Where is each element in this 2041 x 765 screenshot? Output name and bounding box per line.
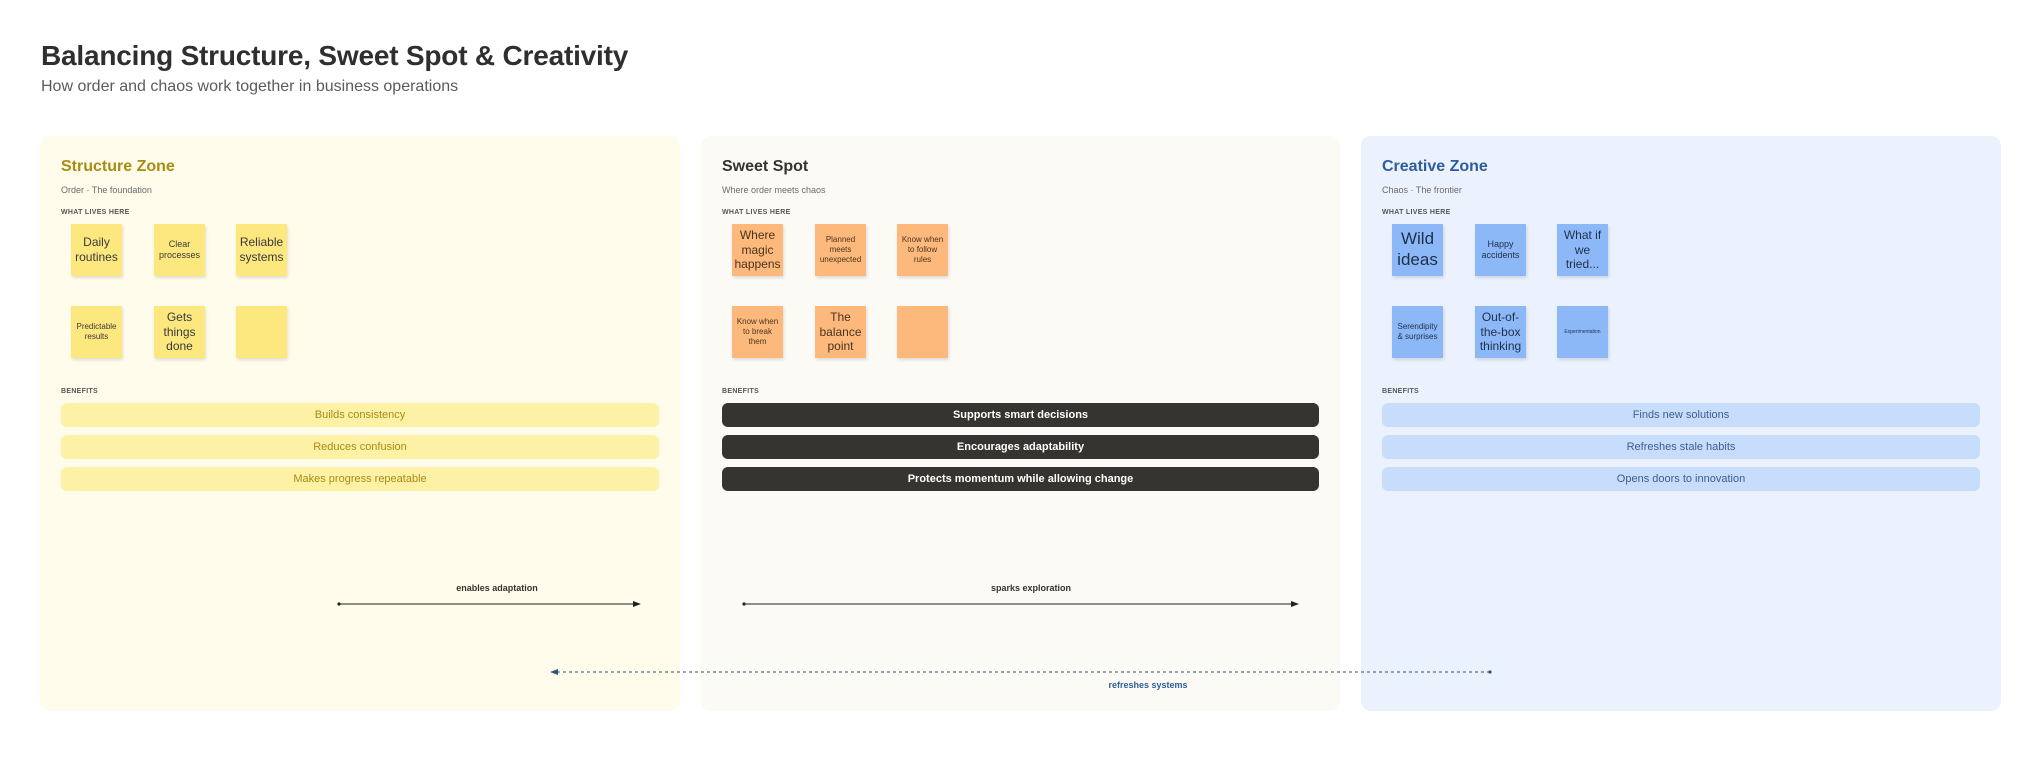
diagram-canvas: Balancing Structure, Sweet Spot & Creati… xyxy=(0,0,2041,765)
connector-label: refreshes systems xyxy=(1108,680,1188,690)
connector-creative-to-structure xyxy=(550,669,1492,675)
connector-sweet-to-creative xyxy=(742,601,1299,607)
connector-layer xyxy=(337,601,1492,675)
connector-structure-to-sweet xyxy=(337,601,641,607)
connector-label: sparks exploration xyxy=(990,583,1072,593)
connector-label: enables adaptation xyxy=(456,583,538,593)
